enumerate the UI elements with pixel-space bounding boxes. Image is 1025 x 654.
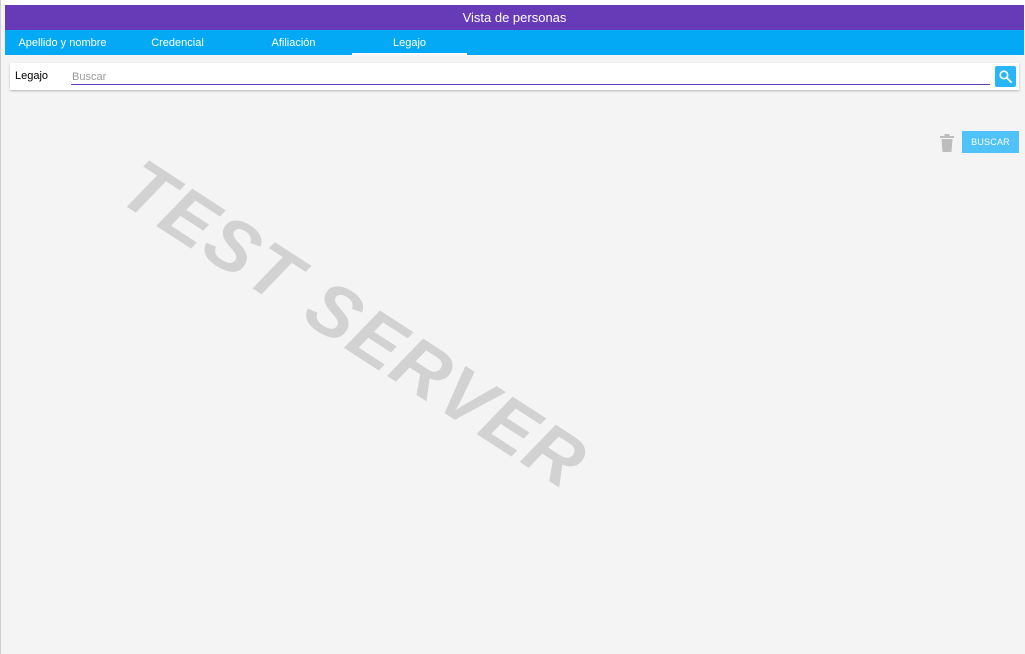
tab-afiliacion[interactable]: Afiliación bbox=[236, 30, 351, 55]
tab-legajo[interactable]: Legajo bbox=[352, 30, 467, 55]
page-title: Vista de personas bbox=[5, 5, 1024, 30]
test-server-watermark: TEST SERVER bbox=[106, 143, 602, 505]
tab-apellido-y-nombre[interactable]: Apellido y nombre bbox=[5, 30, 120, 55]
search-label: Legajo bbox=[15, 70, 49, 82]
tab-credencial[interactable]: Credencial bbox=[120, 30, 235, 55]
search-button[interactable] bbox=[995, 66, 1016, 87]
tab-bar: Apellido y nombre Credencial Afiliación … bbox=[5, 30, 1024, 55]
trash-icon bbox=[940, 134, 954, 152]
clear-button[interactable] bbox=[939, 134, 955, 152]
search-input[interactable] bbox=[71, 69, 990, 85]
app-window: Vista de personas Apellido y nombre Cred… bbox=[0, 0, 1025, 654]
buscar-button[interactable]: BUSCAR bbox=[962, 131, 1019, 153]
search-bar: Legajo bbox=[10, 63, 1019, 90]
search-icon bbox=[999, 70, 1013, 84]
